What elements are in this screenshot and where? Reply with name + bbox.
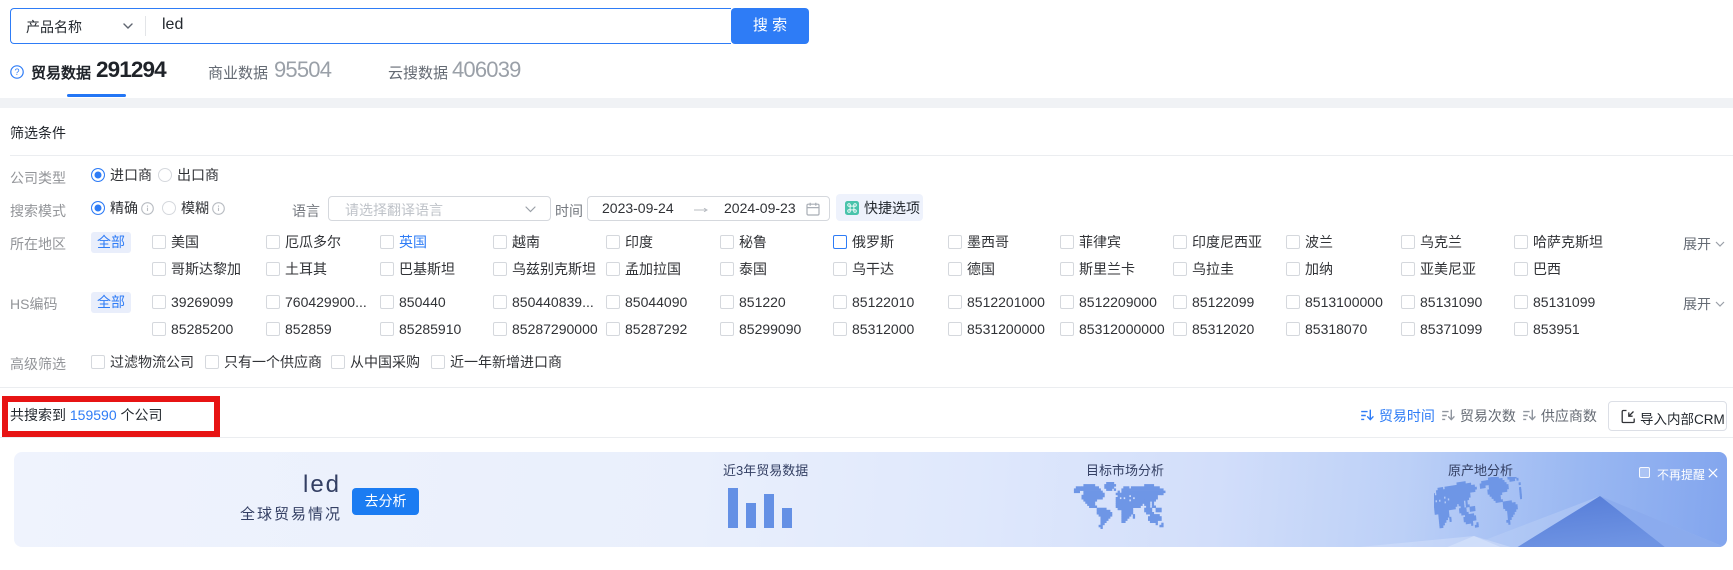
svg-text:?: ? <box>14 67 19 77</box>
